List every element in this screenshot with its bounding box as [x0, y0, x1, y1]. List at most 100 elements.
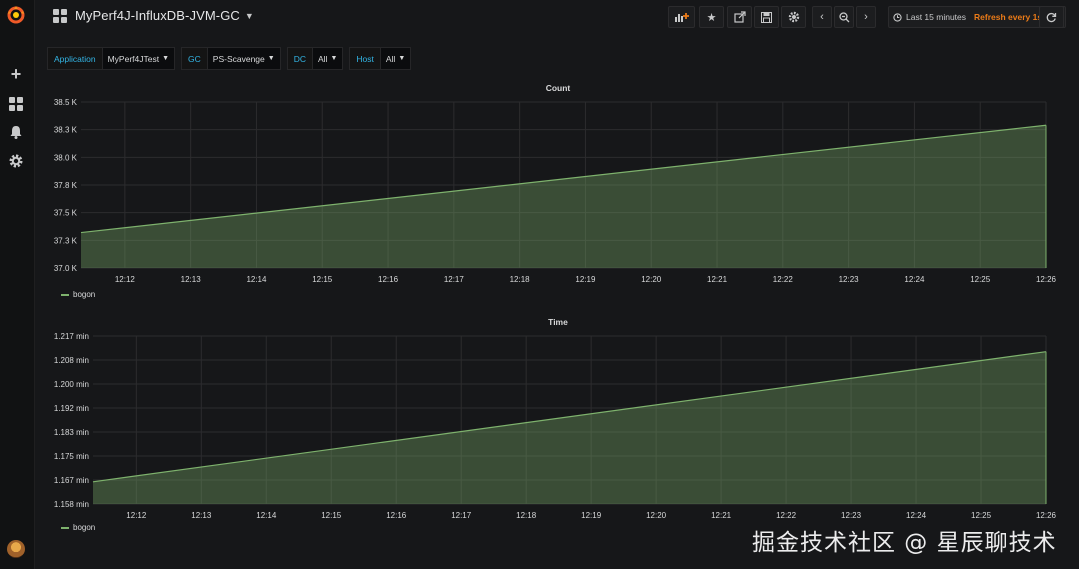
x-tick-label: 12:23: [841, 511, 862, 520]
y-tick-label: 1.208 min: [54, 356, 89, 365]
save-icon: [761, 11, 772, 23]
variable-label: DC: [286, 47, 313, 70]
x-tick-label: 12:24: [904, 275, 925, 284]
template-variables: Application MyPerf4JTest ▼ GC PS-Scavenge…: [47, 47, 412, 70]
x-tick-label: 12:17: [451, 511, 472, 520]
x-tick-label: 12:22: [776, 511, 797, 520]
avatar[interactable]: [7, 540, 25, 558]
zoom-out-icon: [838, 11, 849, 22]
bell-icon[interactable]: [6, 122, 26, 142]
y-tick-label: 1.183 min: [54, 428, 89, 437]
graph-count[interactable]: 38.5 K 38.3 K 38.0 K 37.8 K 37.5 K 37.3 K 37.0…: [43, 98, 1073, 290]
x-tick-label: 12:18: [510, 275, 531, 284]
legend-swatch: [61, 526, 69, 529]
add-panel-button[interactable]: [668, 6, 695, 28]
variable-gc: GC PS-Scavenge ▼: [181, 47, 281, 70]
caret-down-icon: ▼: [267, 55, 275, 62]
panel-title[interactable]: Time: [43, 317, 1073, 327]
dashboards-icon[interactable]: [6, 94, 26, 114]
x-tick-label: 12:15: [321, 511, 342, 520]
series-area-bogon: [93, 351, 1046, 504]
time-range-label: Last 15 minutes: [906, 12, 967, 22]
x-tick-label: 12:26: [1036, 275, 1057, 284]
caret-down-icon: ▼: [398, 55, 406, 62]
y-tick-label: 1.175 min: [54, 452, 89, 461]
legend-label: bogon: [73, 290, 96, 299]
x-tick-label: 12:19: [575, 275, 596, 284]
variable-label: Host: [349, 47, 381, 70]
x-tick-label: 12:21: [711, 511, 732, 520]
caret-down-icon: ▼: [330, 55, 338, 62]
variable-dc: DC All ▼: [286, 47, 344, 70]
legend-item[interactable]: bogon: [61, 290, 95, 299]
zoom-out-button[interactable]: [834, 6, 854, 28]
legend-swatch: [61, 293, 69, 296]
legend-label: bogon: [73, 523, 96, 532]
variable-dropdown[interactable]: MyPerf4JTest ▼: [102, 47, 176, 70]
x-tick-label: 12:23: [839, 275, 860, 284]
caret-down-icon: ▼: [162, 55, 170, 62]
time-forward-button[interactable]: ›: [856, 6, 876, 28]
x-tick-label: 12:16: [386, 511, 407, 520]
variable-value: All: [385, 53, 396, 64]
graph-panel-time[interactable]: Time 1.217 min 1.208 min 1.200 min 1.192 mi…: [43, 312, 1073, 538]
x-tick-label: 12:25: [971, 511, 992, 520]
star-icon: ★: [706, 11, 717, 24]
clock-icon: [893, 12, 902, 22]
chevron-left-icon: ‹: [820, 11, 824, 23]
gear-icon[interactable]: [6, 151, 26, 171]
y-tick-label: 1.167 min: [54, 476, 89, 485]
caret-down-icon[interactable]: ▼: [245, 11, 254, 21]
chevron-right-icon: ›: [864, 11, 868, 23]
y-tick-label: 1.200 min: [54, 380, 89, 389]
graph-panel-count[interactable]: Count 38.5 K 38.3 K 38.0 K 37.8 K 37.5 K 37.3…: [43, 78, 1073, 306]
x-tick-label: 12:25: [970, 275, 991, 284]
variable-value: All: [317, 53, 328, 64]
variable-value: MyPerf4JTest: [107, 53, 160, 64]
x-tick-label: 12:12: [115, 275, 136, 284]
graph-time[interactable]: 1.217 min 1.208 min 1.200 min 1.192 min 1.18…: [43, 332, 1073, 524]
legend-item[interactable]: bogon: [61, 523, 95, 532]
variable-dropdown[interactable]: PS-Scavenge ▼: [207, 47, 281, 70]
variable-dropdown[interactable]: All ▼: [312, 47, 344, 70]
x-tick-label: 12:16: [378, 275, 399, 284]
gear-icon: [788, 11, 799, 23]
variable-application: Application MyPerf4JTest ▼: [47, 47, 176, 70]
x-tick-label: 12:20: [641, 275, 662, 284]
y-tick-label: 38.3 K: [54, 126, 78, 135]
y-tick-label: 38.5 K: [54, 98, 78, 107]
sidebar: +: [0, 0, 35, 569]
x-tick-label: 12:12: [126, 511, 147, 520]
time-back-button[interactable]: ‹: [812, 6, 832, 28]
dashboard-title[interactable]: MyPerf4J-InfluxDB-JVM-GC: [75, 8, 240, 23]
x-tick-label: 12:14: [256, 511, 277, 520]
x-tick-label: 12:22: [773, 275, 794, 284]
plus-icon[interactable]: +: [6, 64, 26, 84]
y-tick-label: 1.158 min: [54, 500, 89, 509]
star-button[interactable]: ★: [699, 6, 724, 28]
settings-button[interactable]: [781, 6, 806, 28]
refresh-button[interactable]: [1039, 6, 1064, 28]
x-tick-label: 12:26: [1036, 511, 1057, 520]
x-tick-label: 12:19: [581, 511, 602, 520]
x-tick-label: 12:13: [181, 275, 202, 284]
variable-label: GC: [181, 47, 208, 70]
dashboard-navbar: MyPerf4J-InfluxDB-JVM-GC ▼ ★ ‹ › Last 15…: [35, 0, 1079, 34]
save-button[interactable]: [754, 6, 779, 28]
refresh-icon: [1046, 12, 1057, 22]
x-tick-label: 12:18: [516, 511, 537, 520]
share-button[interactable]: [727, 6, 752, 28]
panel-title[interactable]: Count: [43, 83, 1073, 93]
watermark: 掘金技术社区 @ 星辰聊技术: [752, 530, 1057, 556]
grafana-logo-icon[interactable]: [6, 5, 26, 25]
x-tick-label: 12:13: [191, 511, 212, 520]
y-tick-label: 1.217 min: [54, 332, 89, 341]
x-tick-label: 12:14: [246, 275, 267, 284]
x-tick-label: 12:24: [906, 511, 927, 520]
x-tick-label: 12:15: [312, 275, 333, 284]
variable-value: PS-Scavenge: [212, 53, 265, 64]
y-tick-label: 37.3 K: [54, 236, 78, 245]
y-tick-label: 38.0 K: [54, 153, 78, 162]
variable-dropdown[interactable]: All ▼: [380, 47, 412, 70]
dashboard-title-picker[interactable]: MyPerf4J-InfluxDB-JVM-GC ▼: [53, 8, 254, 23]
